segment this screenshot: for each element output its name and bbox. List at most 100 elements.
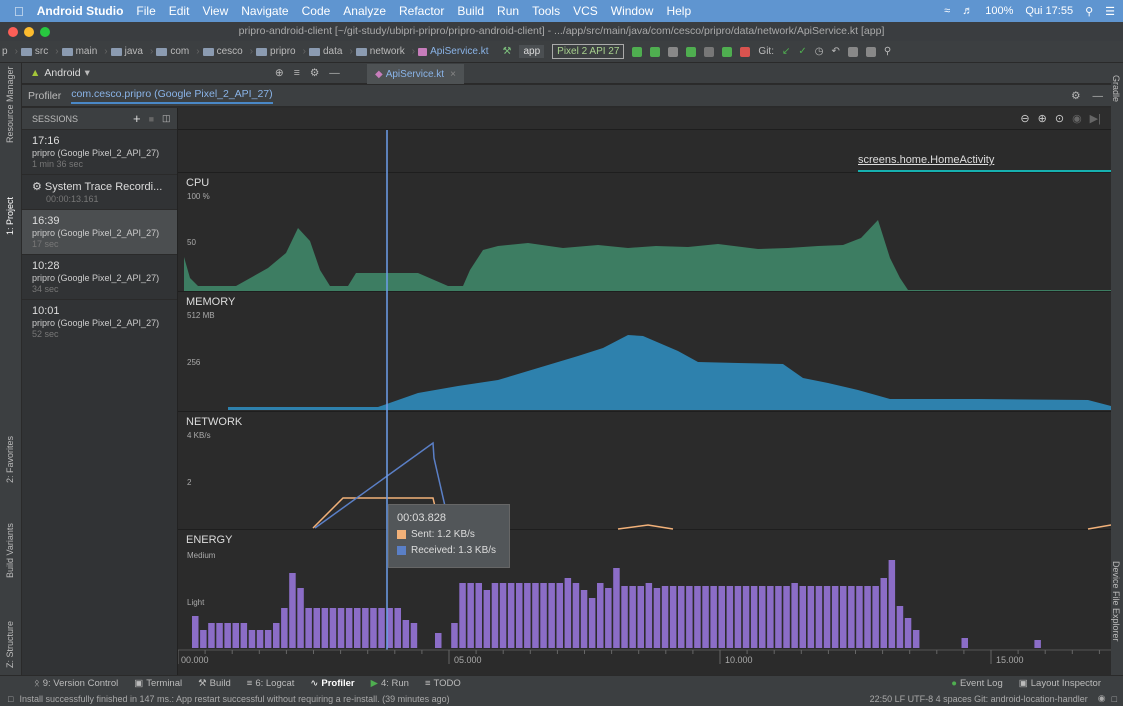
mac-menu-bar:  Android Studio File Edit View Navigate… xyxy=(0,0,1123,22)
status-message[interactable]: Install successfully finished in 147 ms.… xyxy=(19,694,449,704)
stop-session-icon[interactable]: ■ xyxy=(149,114,154,124)
menu-build[interactable]: Build xyxy=(457,4,484,18)
session-item[interactable]: 17:16 pripro (Google Pixel_2_API_27) 1 m… xyxy=(22,130,177,175)
breadcrumb-data[interactable]: data xyxy=(308,46,342,57)
breadcrumb-0[interactable]: p xyxy=(2,46,8,57)
session-item[interactable]: ⚙ System Trace Recordi... 00:00:13.161 xyxy=(22,175,177,210)
close-icon[interactable]: × xyxy=(450,69,456,80)
menu-view[interactable]: View xyxy=(202,4,228,18)
tool-gradle[interactable]: Gradle xyxy=(1111,75,1121,102)
status-right[interactable]: 22:50 LF UTF-8 4 spaces Git: android-loc… xyxy=(870,694,1088,704)
menu-run[interactable]: Run xyxy=(497,4,519,18)
hammer-icon[interactable]: ⚒ xyxy=(503,46,512,57)
energy-bar xyxy=(767,586,774,648)
energy-bar xyxy=(775,586,782,648)
menu-help[interactable]: Help xyxy=(666,4,691,18)
search-icon[interactable]: ⚲ xyxy=(1085,5,1093,18)
todo-icon: ≡ xyxy=(424,678,431,689)
menu-list-icon[interactable]: ☰ xyxy=(1105,5,1115,18)
menu-navigate[interactable]: Navigate xyxy=(241,4,288,18)
volume-icon[interactable]: ♬ xyxy=(962,5,973,17)
kotlin-file-icon: ◆ xyxy=(375,68,383,80)
breadcrumb-main[interactable]: main xyxy=(61,46,97,57)
breadcrumb-pripro[interactable]: pripro xyxy=(256,46,296,57)
app-menu[interactable]: Android Studio xyxy=(37,4,124,18)
collapse-icon[interactable]: ≡ xyxy=(294,67,300,79)
profile-icon[interactable] xyxy=(704,46,715,57)
debug-icon[interactable] xyxy=(686,46,697,57)
tool-logcat[interactable]: ≡ 6: Logcat xyxy=(247,678,295,689)
breadcrumb-src[interactable]: src xyxy=(20,46,48,57)
breadcrumb-cesco[interactable]: cesco xyxy=(202,46,243,57)
close-window-button[interactable] xyxy=(8,27,18,37)
tool-event-log[interactable]: ● Event Log xyxy=(951,678,1003,689)
git-history-icon[interactable]: ◷ xyxy=(815,46,824,57)
hide-icon[interactable]: — xyxy=(1093,90,1104,102)
breadcrumb-file[interactable]: ApiService.kt xyxy=(418,46,489,57)
process-tab[interactable]: com.cesco.pripro (Google Pixel_2_API_27) xyxy=(71,88,273,104)
navigation-bar: p › src › main › java › com › cesco › pr… xyxy=(0,41,1123,63)
battery-percent[interactable]: 100% xyxy=(985,5,1013,17)
chevron-down-icon[interactable]: ▾ xyxy=(85,67,90,79)
session-item[interactable]: 10:01 pripro (Google Pixel_2_API_27) 52 … xyxy=(22,300,177,344)
gear-icon[interactable]: ⚙ xyxy=(310,67,319,79)
menu-vcs[interactable]: VCS xyxy=(573,4,598,18)
tool-build[interactable]: ⚒ Build xyxy=(198,678,231,689)
gear-icon[interactable]: ⚙ xyxy=(1071,90,1080,102)
device-select[interactable]: Pixel 2 API 27 xyxy=(552,44,625,59)
coverage-icon[interactable] xyxy=(668,46,679,57)
breadcrumb-java[interactable]: java xyxy=(110,46,143,57)
tool-favorites[interactable]: 2: Favorites xyxy=(5,436,15,483)
menu-file[interactable]: File xyxy=(136,4,155,18)
menu-analyze[interactable]: Analyze xyxy=(343,4,386,18)
tool-build-variants[interactable]: Build Variants xyxy=(5,523,15,578)
status-toggle-icon[interactable]: □ xyxy=(8,694,13,704)
gear-icon: ⚙ xyxy=(32,181,45,193)
apple-icon[interactable]:  xyxy=(14,4,24,19)
menu-refactor[interactable]: Refactor xyxy=(399,4,444,18)
clock[interactable]: Qui 17:55 xyxy=(1025,5,1073,17)
notification-icon[interactable]: □ xyxy=(1112,694,1117,704)
sdk-manager-icon[interactable] xyxy=(847,46,858,57)
profiler-timeline[interactable]: ⊖ ⊕ ⊙ ◉ ▶| screens.home.HomeActivity CPU… xyxy=(178,108,1111,675)
breadcrumb-network[interactable]: network xyxy=(355,46,405,57)
menu-window[interactable]: Window xyxy=(611,4,654,18)
menu-edit[interactable]: Edit xyxy=(169,4,190,18)
project-view-select[interactable]: Android xyxy=(44,67,80,79)
session-item-selected[interactable]: 16:39 pripro (Google Pixel_2_API_27) 17 … xyxy=(22,210,177,255)
apply-changes-icon[interactable] xyxy=(632,46,643,57)
hide-icon[interactable]: — xyxy=(329,67,340,79)
minimize-window-button[interactable] xyxy=(24,27,34,37)
tool-terminal[interactable]: ▣ Terminal xyxy=(134,678,182,689)
stop-icon[interactable] xyxy=(740,46,751,57)
search-everywhere-icon[interactable]: ⚲ xyxy=(884,46,891,57)
tool-resource-manager[interactable]: Resource Manager xyxy=(5,66,15,143)
collapse-panel-icon[interactable]: ◫ xyxy=(162,113,171,124)
energy-bar xyxy=(661,586,669,648)
run-config-select[interactable]: app xyxy=(519,45,545,58)
tool-layout-inspector[interactable]: ▣ Layout Inspector xyxy=(1019,678,1101,689)
tool-structure[interactable]: Z: Structure xyxy=(5,621,15,668)
breadcrumb-com[interactable]: com xyxy=(156,46,189,57)
zoom-window-button[interactable] xyxy=(40,27,50,37)
session-item[interactable]: 10:28 pripro (Google Pixel_2_API_27) 34 … xyxy=(22,255,177,300)
apply-code-changes-icon[interactable] xyxy=(650,46,661,57)
tool-profiler[interactable]: ∿ Profiler xyxy=(310,678,354,689)
avd-manager-icon[interactable] xyxy=(865,46,876,57)
git-update-icon[interactable]: ↙ xyxy=(782,46,790,57)
git-commit-icon[interactable]: ✓ xyxy=(798,46,806,57)
lock-icon[interactable]: ◉ xyxy=(1098,693,1106,704)
tool-todo[interactable]: ≡ TODO xyxy=(425,678,461,689)
target-icon[interactable]: ⊕ xyxy=(275,67,284,79)
menu-tools[interactable]: Tools xyxy=(532,4,560,18)
add-session-icon[interactable]: + xyxy=(133,111,141,126)
tool-run[interactable]: ▶ 4: Run xyxy=(371,678,409,689)
rollback-icon[interactable]: ↶ xyxy=(832,46,840,57)
attach-debugger-icon[interactable] xyxy=(722,46,733,57)
tool-version-control[interactable]: ᛟ 9: Version Control xyxy=(34,678,118,689)
tool-project[interactable]: 1: Project xyxy=(5,197,15,235)
tool-device-file-explorer[interactable]: Device File Explorer xyxy=(1111,561,1121,642)
menu-code[interactable]: Code xyxy=(302,4,331,18)
editor-tab[interactable]: ◆ ApiService.kt × xyxy=(367,64,464,84)
wifi-icon[interactable]: ≈ xyxy=(944,5,950,17)
